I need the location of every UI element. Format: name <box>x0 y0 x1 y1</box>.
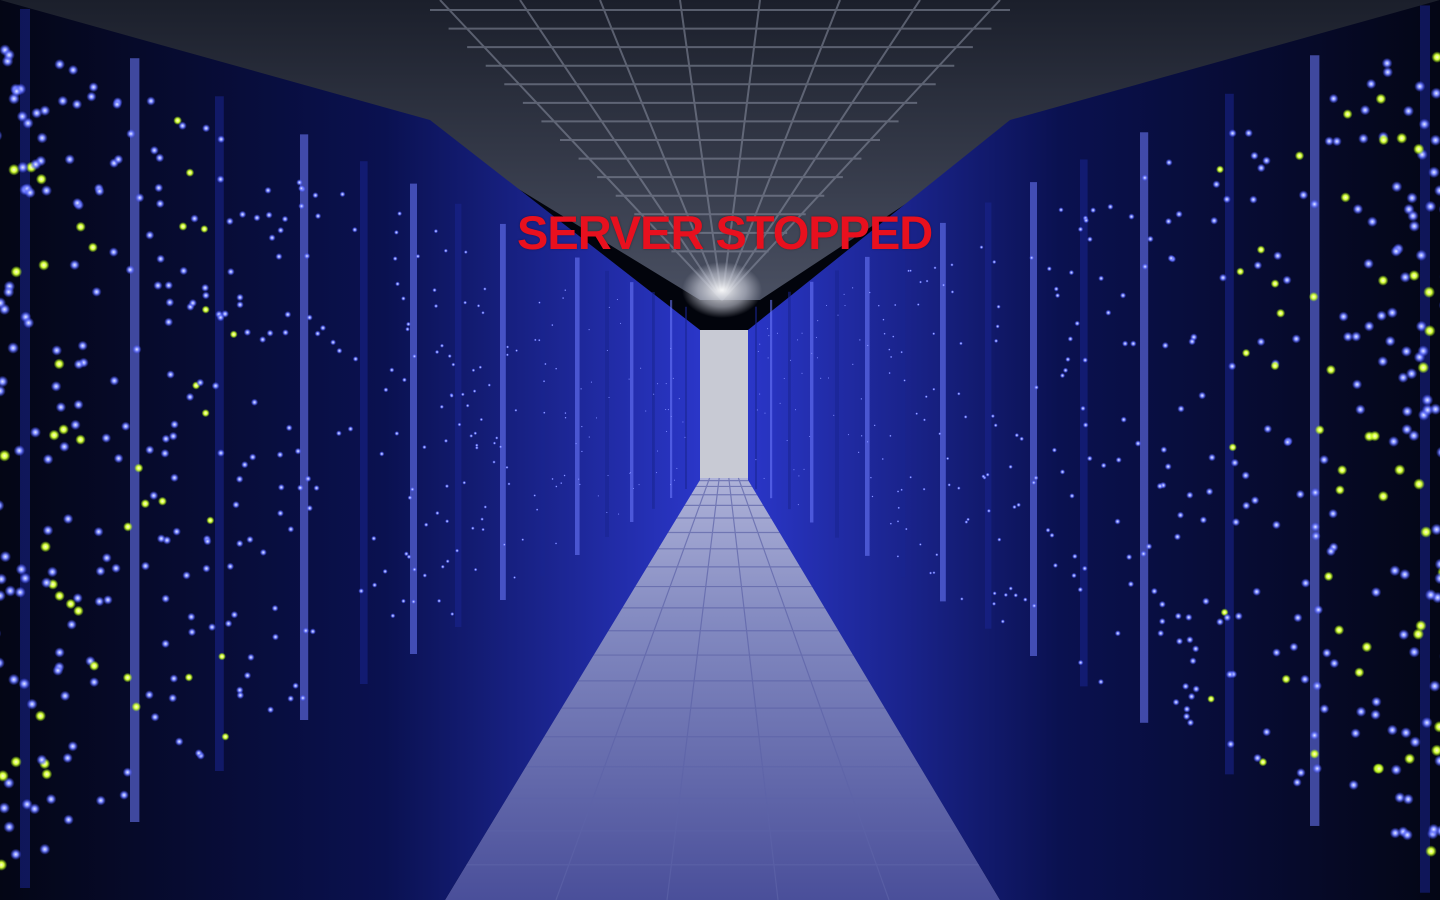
server-room-screen: SERVER STOPPED <box>0 0 1440 900</box>
ceiling-light <box>682 262 762 318</box>
data-center-background <box>0 0 1440 900</box>
server-status-message: SERVER STOPPED <box>517 206 933 259</box>
aisle-end-wall <box>696 330 748 480</box>
